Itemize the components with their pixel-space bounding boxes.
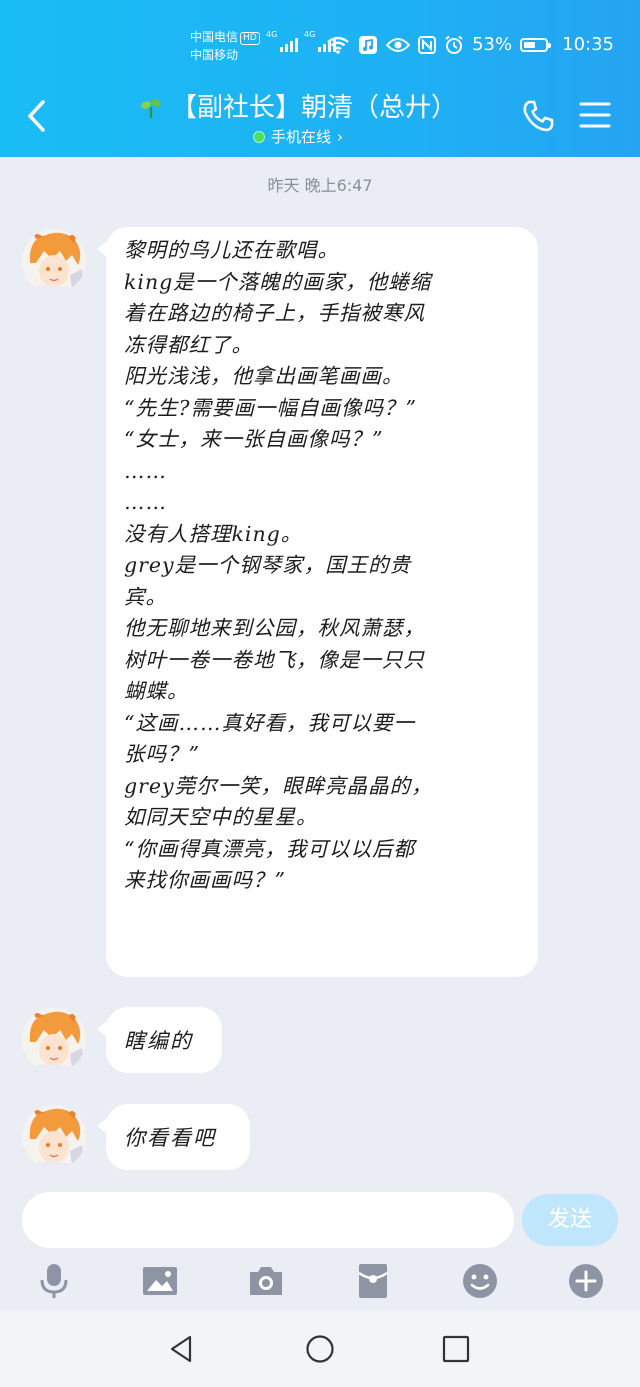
- microphone-icon[interactable]: [34, 1261, 74, 1301]
- nav-recents-icon[interactable]: [440, 1333, 472, 1365]
- message-line: king是一个落魄的画家，他蜷缩: [124, 269, 432, 294]
- message-line: 黎明的鸟儿还在歌唱。: [124, 238, 339, 262]
- message-line: 冻得都红了。: [124, 332, 253, 357]
- wifi-icon: [327, 36, 349, 54]
- hd-badge: HD: [240, 32, 260, 45]
- carrier-2: 中国移动: [190, 48, 239, 62]
- contact-avatar[interactable]: [22, 1008, 86, 1072]
- image-icon[interactable]: [140, 1261, 180, 1301]
- red-packet-icon[interactable]: [353, 1261, 393, 1301]
- menu-button[interactable]: [578, 99, 612, 131]
- message-line: grey是一个钢琴家，国王的贵: [124, 553, 412, 577]
- online-status[interactable]: 手机在线 ›: [128, 126, 468, 147]
- contact-avatar[interactable]: [22, 229, 86, 293]
- status-carriers: 中国电信 HD 中国移动: [190, 28, 260, 64]
- chat-title: 【副社长】朝清（总廾）: [170, 93, 457, 123]
- carrier-1: 中国电信: [190, 30, 239, 44]
- message-line: ……: [124, 458, 167, 483]
- sprout-icon: [141, 99, 161, 118]
- emoji-icon[interactable]: [460, 1261, 500, 1301]
- message-line: ……: [124, 490, 167, 514]
- message-line: 来找你画画吗？”: [124, 868, 286, 892]
- chat-title-area[interactable]: 【副社长】朝清（总廾） 手机在线 ›: [128, 92, 468, 147]
- avatar-image: [22, 1105, 86, 1169]
- message-line: 阳光浅浅，他拿出画笔画画。: [124, 364, 404, 388]
- chevron-right-icon: ›: [337, 127, 343, 146]
- nav-back-icon[interactable]: [166, 1333, 198, 1365]
- message-timestamp: 昨天 晚上6:47: [267, 176, 373, 195]
- message-line: 没有人搭理king。: [124, 521, 303, 546]
- nfc-icon: [418, 35, 437, 54]
- message-text: 瞎编的: [124, 1029, 193, 1053]
- send-button[interactable]: 发送: [522, 1194, 618, 1246]
- message-line: “先生?需要画一幅自画像吗？”: [124, 395, 417, 420]
- message-line: grey莞尔一笑，眼眸亮晶晶的，: [124, 773, 433, 798]
- eye-icon: [386, 37, 411, 52]
- signal-icon-1: 4G: [266, 30, 298, 52]
- message-line: “女士，来一张自画像吗？”: [124, 427, 384, 451]
- network-type-1: 4G: [266, 30, 278, 39]
- battery-level: [524, 41, 535, 48]
- chat-screen: 中国电信 HD 中国移动 4G 4G 53% 10:35 【副社长】朝清（总廾）…: [0, 0, 640, 1387]
- status-right: 53% 10:35: [326, 34, 614, 55]
- phone-call-button[interactable]: [520, 98, 556, 134]
- contact-avatar[interactable]: [22, 1105, 86, 1169]
- message-bubble[interactable]: 瞎编的: [97, 1007, 222, 1073]
- message-text: 你看看吧: [124, 1126, 216, 1150]
- music-app-icon: [359, 35, 378, 54]
- message-line: 蝴蝶。: [124, 679, 189, 703]
- message-line: 宾。: [124, 584, 167, 609]
- system-navigation-bar: [0, 1311, 640, 1387]
- message-line: “这画……真好看，我可以要一: [124, 710, 415, 735]
- message-line: “你画得真漂亮，我可以以后都: [124, 836, 415, 861]
- message-bubble-long[interactable]: 黎明的鸟儿还在歌唱。 king是一个落魄的画家，他蜷缩 着在路边的椅子上，手指被寒风…: [97, 227, 538, 977]
- nav-home-icon[interactable]: [304, 1333, 336, 1365]
- message-text: 黎明的鸟儿还在歌唱。 king是一个落魄的画家，他蜷缩 着在路边的椅子上，手指被寒风…: [124, 235, 520, 897]
- avatar-image: [22, 229, 86, 293]
- online-status-label: 手机在线: [270, 128, 331, 146]
- message-input[interactable]: [22, 1192, 514, 1248]
- message-line: 如同天空中的星星。: [124, 805, 318, 829]
- battery-percent: 53%: [472, 34, 513, 55]
- input-toolbar: [0, 1252, 640, 1310]
- battery-icon: [520, 37, 552, 52]
- plus-icon[interactable]: [566, 1261, 606, 1301]
- header: 中国电信 HD 中国移动 4G 4G 53% 10:35 【副社长】朝清（总廾）…: [0, 0, 640, 157]
- camera-icon[interactable]: [246, 1261, 286, 1301]
- network-type-2: 4G: [304, 30, 316, 39]
- clock: 10:35: [562, 34, 614, 55]
- message-line: 着在路边的椅子上，手指被寒风: [124, 301, 425, 325]
- online-dot-icon: [252, 130, 265, 143]
- message-bubble[interactable]: 你看看吧: [97, 1104, 250, 1170]
- back-button[interactable]: [18, 96, 58, 136]
- alarm-icon: [445, 35, 463, 54]
- message-line: 他无聊地来到公园，秋风萧瑟，: [124, 616, 425, 640]
- message-line: 树叶一卷一卷地飞，像是一只只: [124, 647, 425, 672]
- message-line: 张吗？”: [124, 742, 200, 766]
- avatar-image: [22, 1008, 86, 1072]
